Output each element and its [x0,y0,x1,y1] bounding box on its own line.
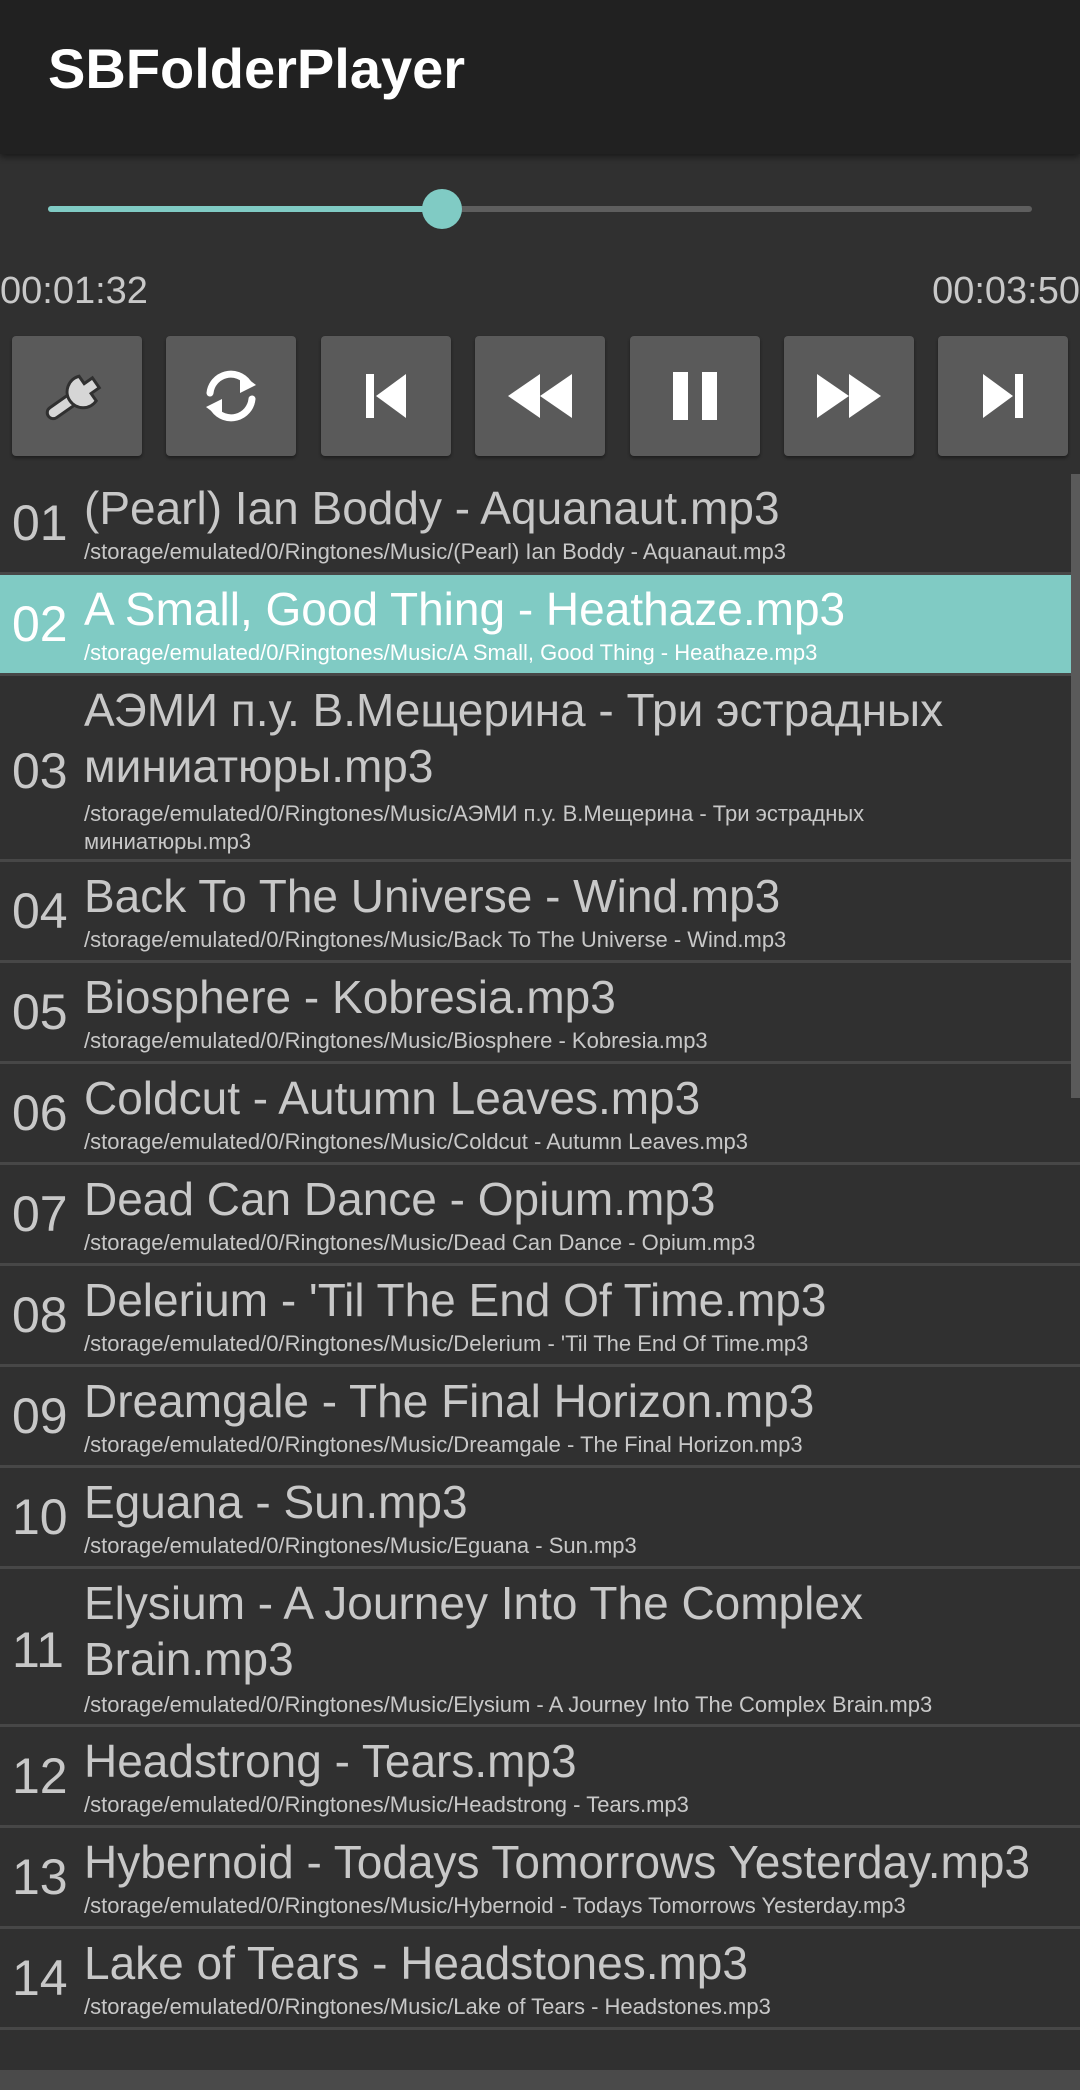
track-number: 03 [12,743,68,799]
track-path: /storage/emulated/0/Ringtones/Music/Bios… [84,1028,708,1053]
track-title: Eguana - Sun.mp3 [84,1476,468,1528]
track-number: 02 [12,596,68,652]
track-path: /storage/emulated/0/Ringtones/Music/Hybe… [84,1893,906,1918]
track-row[interactable]: 04 Back To The Universe - Wind.mp3/storag… [0,862,1080,963]
track-number: 01 [12,495,68,551]
track-path: /storage/emulated/0/Ringtones/Music/Dead… [84,1230,756,1255]
track-row[interactable]: 02 A Small, Good Thing - Heathaze.mp3/sto… [0,575,1080,676]
track-path: /storage/emulated/0/Ringtones/Music/Back… [84,927,787,952]
repeat-icon [196,361,266,431]
track-path: /storage/emulated/0/Ringtones/Music/(Pea… [84,539,786,564]
next-track-button[interactable] [938,336,1068,456]
skip-next-icon [973,366,1033,426]
track-path: /storage/emulated/0/Ringtones/Music/Dele… [84,1331,809,1356]
track-row[interactable]: 13 Hybernoid - Todays Tomorrows Yesterday… [0,1828,1080,1929]
skip-previous-icon [356,366,416,426]
settings-button[interactable] [12,336,142,456]
track-row[interactable]: 08 Delerium - 'Til The End Of Time.mp3/st… [0,1266,1080,1367]
track-title: A Small, Good Thing - Heathaze.mp3 [84,583,846,635]
track-path: /storage/emulated/0/Ringtones/Music/Egua… [84,1533,637,1558]
track-number: 13 [12,1849,68,1905]
pause-icon [665,366,725,426]
track-number: 07 [12,1186,68,1242]
track-title: Lake of Tears - Headstones.mp3 [84,1937,748,1989]
app-title: SBFolderPlayer [48,37,466,100]
track-row[interactable]: 05 Biosphere - Kobresia.mp3/storage/emula… [0,963,1080,1064]
track-title: Coldcut - Autumn Leaves.mp3 [84,1072,701,1124]
rewind-icon [502,366,578,426]
previous-track-button[interactable] [321,336,451,456]
track-title: Elysium - A Journey Into The Complex Bra… [84,1577,863,1685]
track-title: Dead Can Dance - Opium.mp3 [84,1173,716,1225]
app-bar: SBFolderPlayer [0,0,1080,154]
track-title: Dreamgale - The Final Horizon.mp3 [84,1375,815,1427]
playback-button-row [0,336,1080,458]
bottom-divider [0,2070,1080,2090]
track-path: /storage/emulated/0/Ringtones/Music/Head… [84,1792,689,1817]
pause-button[interactable] [630,336,760,456]
repeat-button[interactable] [166,336,296,456]
track-row[interactable]: 01 (Pearl) Ian Boddy - Aquanaut.mp3/stora… [0,474,1080,575]
track-number: 14 [12,1950,68,2006]
track-path: /storage/emulated/0/Ringtones/Music/Cold… [84,1129,749,1154]
seek-bar-thumb[interactable] [421,189,462,229]
track-row[interactable]: 07 Dead Can Dance - Opium.mp3/storage/emu… [0,1165,1080,1266]
track-title: Back To The Universe - Wind.mp3 [84,870,781,922]
track-title: АЭМИ п.у. В.Мещерина - Три эстрадных мин… [84,684,944,792]
track-title: (Pearl) Ian Boddy - Aquanaut.mp3 [84,482,780,534]
track-title: Headstrong - Tears.mp3 [84,1735,577,1787]
track-row[interactable]: 03 АЭМИ п.у. В.Мещерина - Три эстрадных м… [0,676,1080,862]
track-number: 10 [12,1489,68,1545]
track-row[interactable]: 12 Headstrong - Tears.mp3/storage/emulate… [0,1727,1080,1828]
fast-forward-button[interactable] [784,336,914,456]
track-list[interactable]: 01 (Pearl) Ian Boddy - Aquanaut.mp3/stora… [0,474,1080,2070]
track-title: Biosphere - Kobresia.mp3 [84,971,616,1023]
fast-forward-icon [811,366,887,426]
track-number: 04 [12,883,68,939]
track-number: 08 [12,1287,68,1343]
track-path: /storage/emulated/0/Ringtones/Music/Elys… [84,1692,933,1717]
wrench-icon [32,361,122,431]
track-row[interactable]: 09 Dreamgale - The Final Horizon.mp3/stor… [0,1367,1080,1468]
total-time: 00:03:50 [932,270,1080,312]
track-number: 12 [12,1748,68,1804]
track-number: 06 [12,1085,68,1141]
track-row[interactable]: 06 Coldcut - Autumn Leaves.mp3/storage/em… [0,1064,1080,1165]
track-path: /storage/emulated/0/Ringtones/Music/АЭМИ… [84,801,865,854]
track-row[interactable]: 11 Elysium - A Journey Into The Complex B… [0,1569,1080,1727]
rewind-button[interactable] [475,336,605,456]
track-path: /storage/emulated/0/Ringtones/Music/Lake… [84,1994,771,2019]
track-number: 09 [12,1388,68,1444]
track-number: 05 [12,984,68,1040]
seek-bar[interactable] [48,189,1032,229]
track-title: Hybernoid - Todays Tomorrows Yesterday.m… [84,1836,1031,1888]
track-row[interactable]: 10 Eguana - Sun.mp3/storage/emulated/0/Ri… [0,1468,1080,1569]
track-row[interactable]: 14 Lake of Tears - Headstones.mp3/storage… [0,1929,1080,2030]
elapsed-time: 00:01:32 [0,270,148,312]
track-path: /storage/emulated/0/Ringtones/Music/Drea… [84,1432,803,1457]
seek-bar-progress [48,206,442,212]
track-number: 11 [12,1622,64,1678]
track-title: Delerium - 'Til The End Of Time.mp3 [84,1274,827,1326]
list-scrollbar[interactable] [1071,474,1080,1098]
track-path: /storage/emulated/0/Ringtones/Music/A Sm… [84,640,818,665]
